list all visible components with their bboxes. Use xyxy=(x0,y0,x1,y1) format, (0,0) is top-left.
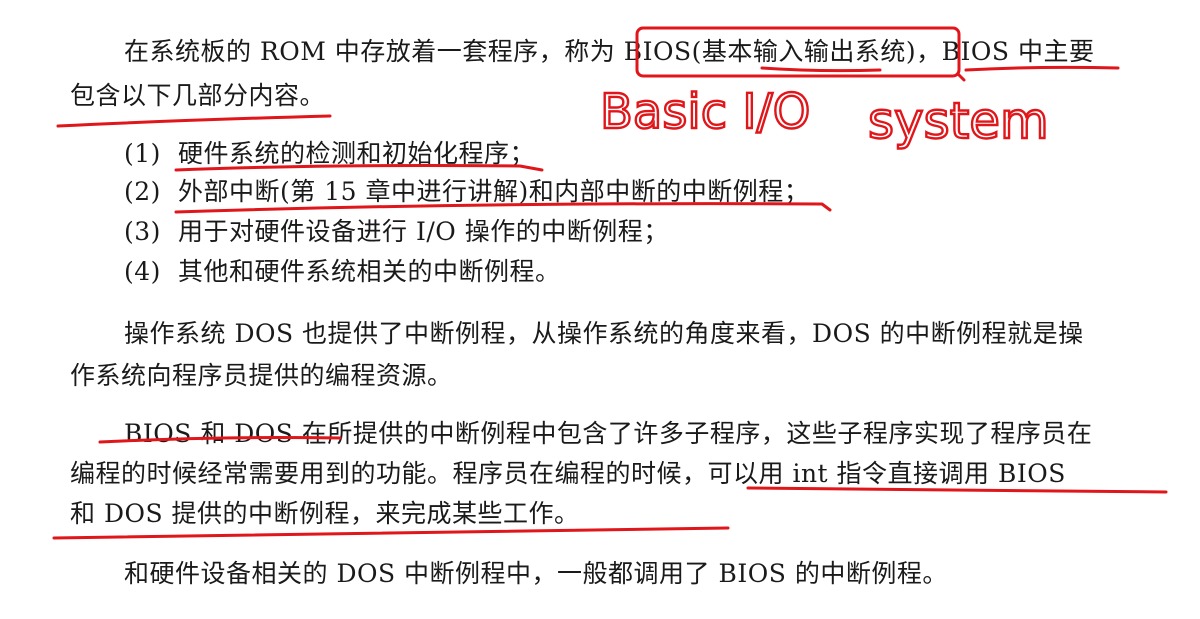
paragraph-3-line-1: BIOS 和 DOS 在所提供的中断例程中包含了许多子程序，这些子程序实现了程序… xyxy=(124,419,1093,448)
handwriting-system: system xyxy=(868,92,1049,150)
paragraph-2-line-2: 作系统向程序员提供的编程资源。 xyxy=(70,361,453,390)
paragraph-4-line-1: 和硬件设备相关的 DOS 中断例程中，一般都调用了 BIOS 的中断例程。 xyxy=(124,559,948,588)
paragraph-3-line-3: 和 DOS 提供的中断例程，来完成某些工作。 xyxy=(70,499,580,528)
paragraph-3-line-2: 编程的时候经常需要用到的功能。程序员在编程的时候，可以用 int 指令直接调用 … xyxy=(70,459,1066,488)
handwriting-basic-io: Basic I/O xyxy=(600,84,810,140)
list-item-text: 硬件系统的检测和初始化程序； xyxy=(178,139,536,168)
box-tick-annotation xyxy=(956,72,966,82)
list-item: (4) 其他和硬件系统相关的中断例程。 xyxy=(124,256,561,288)
list-item: (1) 硬件系统的检测和初始化程序； xyxy=(124,138,535,170)
list-item-text: 其他和硬件系统相关的中断例程。 xyxy=(178,257,561,286)
list-item: (2) 外部中断(第 15 章中进行讲解)和内部中断的中断例程； xyxy=(124,176,809,208)
paragraph-2-line-1: 操作系统 DOS 也提供了中断例程，从操作系统的角度来看，DOS 的中断例程就是… xyxy=(124,319,1084,348)
underline-input-output xyxy=(760,66,882,73)
underline-line-2 xyxy=(56,114,332,128)
document-page: 在系统板的 ROM 中存放着一套程序，称为 BIOS(基本输入输出系统)，BIO… xyxy=(0,0,1200,619)
list-item-number: (1) xyxy=(124,139,161,168)
list-item-number: (3) xyxy=(124,217,161,246)
list-item-number: (4) xyxy=(124,257,161,286)
list-item-text: 外部中断(第 15 章中进行讲解)和内部中断的中断例程； xyxy=(178,177,810,206)
list-item-number: (2) xyxy=(124,177,161,206)
paragraph-1-line-2: 包含以下几部分内容。 xyxy=(70,81,326,110)
paragraph-1-line-1: 在系统板的 ROM 中存放着一套程序，称为 BIOS(基本输入输出系统)，BIO… xyxy=(124,37,1095,66)
list-item: (3) 用于对硬件设备进行 I/O 操作的中断例程； xyxy=(124,216,669,248)
list-item-text: 用于对硬件设备进行 I/O 操作的中断例程； xyxy=(178,217,669,246)
